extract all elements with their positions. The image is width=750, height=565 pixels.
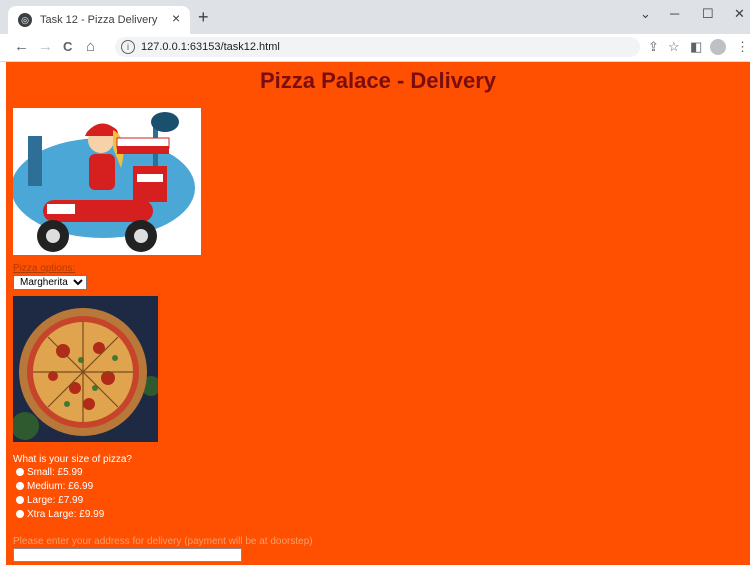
profile-avatar-icon[interactable] (710, 39, 726, 55)
radio-icon[interactable] (16, 468, 24, 476)
url-text: 127.0.0.1:63153/task12.html (141, 41, 280, 53)
pizza-select[interactable]: Margherita (13, 275, 87, 290)
address-bar[interactable]: i 127.0.0.1:63153/task12.html (115, 37, 640, 57)
side-panel-icon[interactable]: ◧ (690, 39, 702, 55)
pizza-image (13, 296, 158, 442)
tab-title: Task 12 - Pizza Delivery (40, 14, 158, 26)
page-content: Pizza Palace - Delivery Pizza options: M… (6, 62, 750, 565)
close-window-icon[interactable]: ✕ (734, 6, 745, 22)
info-icon[interactable]: i (121, 40, 135, 54)
radio-icon[interactable] (16, 510, 24, 518)
pizza-options-label: Pizza options: (13, 263, 76, 274)
radio-icon[interactable] (16, 482, 24, 490)
page-title: Pizza Palace - Delivery (259, 68, 497, 93)
forward-icon[interactable]: → (38, 38, 53, 56)
browser-tab-bar: ◎ Task 12 - Pizza Delivery × + ⌄ ─ ☐ ✕ (0, 0, 750, 34)
menu-icon[interactable]: ⋮ (736, 39, 749, 55)
size-question: What is your size of pizza? (13, 454, 132, 465)
minimize-icon[interactable]: ─ (670, 6, 679, 21)
reload-icon[interactable]: C (63, 38, 72, 56)
share-icon[interactable]: ⇪ (648, 39, 659, 55)
size-label-small: Small: £5.99 (27, 467, 83, 478)
size-option-large[interactable]: Large: £7.99 (16, 495, 83, 506)
size-option-xtra-large[interactable]: Xtra Large: £9.99 (16, 509, 104, 520)
browser-toolbar: ← → C ⌂ i 127.0.0.1:63153/task12.html ⇪ … (0, 34, 750, 62)
close-tab-icon[interactable]: × (172, 10, 180, 26)
browser-tab[interactable]: ◎ Task 12 - Pizza Delivery × (8, 6, 190, 34)
bookmark-star-icon[interactable]: ☆ (668, 39, 680, 55)
size-label-medium: Medium: £6.99 (27, 481, 94, 492)
address-input[interactable] (13, 548, 242, 562)
size-option-small[interactable]: Small: £5.99 (16, 467, 83, 478)
home-icon[interactable]: ⌂ (86, 38, 95, 56)
radio-icon[interactable] (16, 496, 24, 504)
back-icon[interactable]: ← (14, 38, 29, 56)
new-tab-icon[interactable]: + (198, 8, 209, 26)
maximize-icon[interactable]: ☐ (702, 6, 714, 22)
globe-icon: ◎ (18, 13, 32, 27)
size-label-xtra-large: Xtra Large: £9.99 (27, 509, 105, 520)
address-label: Please enter your address for delivery (… (13, 536, 313, 547)
delivery-scooter-image (11, 108, 201, 255)
size-option-medium[interactable]: Medium: £6.99 (16, 481, 93, 492)
size-label-large: Large: £7.99 (27, 495, 84, 506)
chevron-down-icon[interactable]: ⌄ (640, 6, 651, 22)
